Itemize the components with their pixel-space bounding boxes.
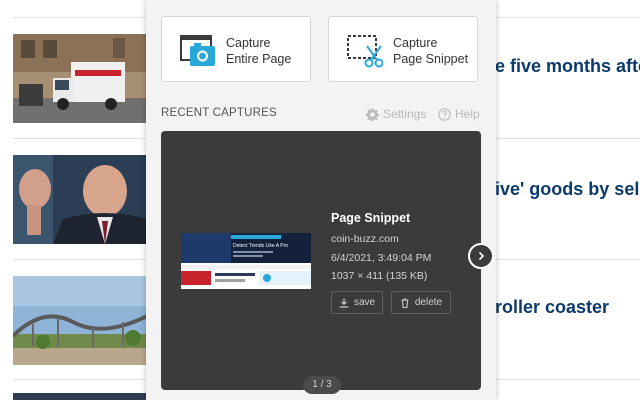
- capture-entire-page-label: Capture Entire Page: [226, 36, 292, 66]
- chevron-right-icon: [478, 251, 485, 261]
- save-label: save: [353, 297, 376, 308]
- camera-browser-icon: [180, 35, 215, 66]
- help-link[interactable]: Help: [438, 107, 480, 121]
- capture-title: Page Snippet: [331, 211, 411, 225]
- ambulance-photo-icon: [13, 34, 147, 123]
- capture-preview-thumbnail[interactable]: Detect Trends Like A Pro: [181, 233, 311, 289]
- recent-capture-card: Detect Trends Like A Pro Page Snippet co…: [161, 131, 481, 390]
- preview-headline-text: Detect Trends Like A Pro: [233, 243, 288, 249]
- news-headline[interactable]: e five months after: [495, 56, 640, 77]
- capture-dimensions: 1037 × 411 (135 KB): [331, 270, 428, 282]
- next-capture-button[interactable]: [468, 243, 494, 269]
- settings-label: Settings: [383, 107, 427, 121]
- capture-datetime: 6/4/2021, 3:49:04 PM: [331, 252, 432, 264]
- capture-page-snippet-button[interactable]: Capture Page Snippet: [328, 16, 478, 82]
- gear-icon: [366, 107, 379, 121]
- news-thumbnail-partial[interactable]: [13, 393, 147, 400]
- delete-label: delete: [414, 297, 443, 308]
- news-thumbnail-ambulance[interactable]: [13, 34, 147, 123]
- trash-icon: [401, 297, 409, 308]
- capture-pager: 1 / 3: [303, 376, 341, 394]
- scissors-selection-icon: [347, 35, 383, 68]
- download-icon: [339, 298, 349, 308]
- person-photo-icon: [13, 155, 147, 244]
- capture-site: coin-buzz.com: [331, 233, 399, 245]
- news-headline[interactable]: ive' goods by sellin: [495, 179, 640, 200]
- news-thumbnail-coaster[interactable]: [13, 276, 147, 365]
- help-label: Help: [455, 107, 480, 121]
- roller-coaster-photo-icon: [13, 276, 147, 365]
- news-thumbnail-person[interactable]: [13, 155, 147, 244]
- capture-entire-page-button[interactable]: Capture Entire Page: [161, 16, 311, 82]
- help-circle-icon: [438, 107, 451, 121]
- news-headline[interactable]: roller coaster: [495, 297, 640, 318]
- webpage-preview-image: Detect Trends Like A Pro: [181, 233, 311, 289]
- delete-capture-button[interactable]: delete: [391, 291, 451, 314]
- capture-page-snippet-label: Capture Page Snippet: [393, 36, 469, 66]
- save-capture-button[interactable]: save: [331, 291, 383, 314]
- capture-extension-popup: Capture Entire Page Capture Page Snippet…: [146, 0, 496, 400]
- settings-link[interactable]: Settings: [366, 107, 426, 121]
- recent-captures-heading: RECENT CAPTURES: [161, 107, 277, 119]
